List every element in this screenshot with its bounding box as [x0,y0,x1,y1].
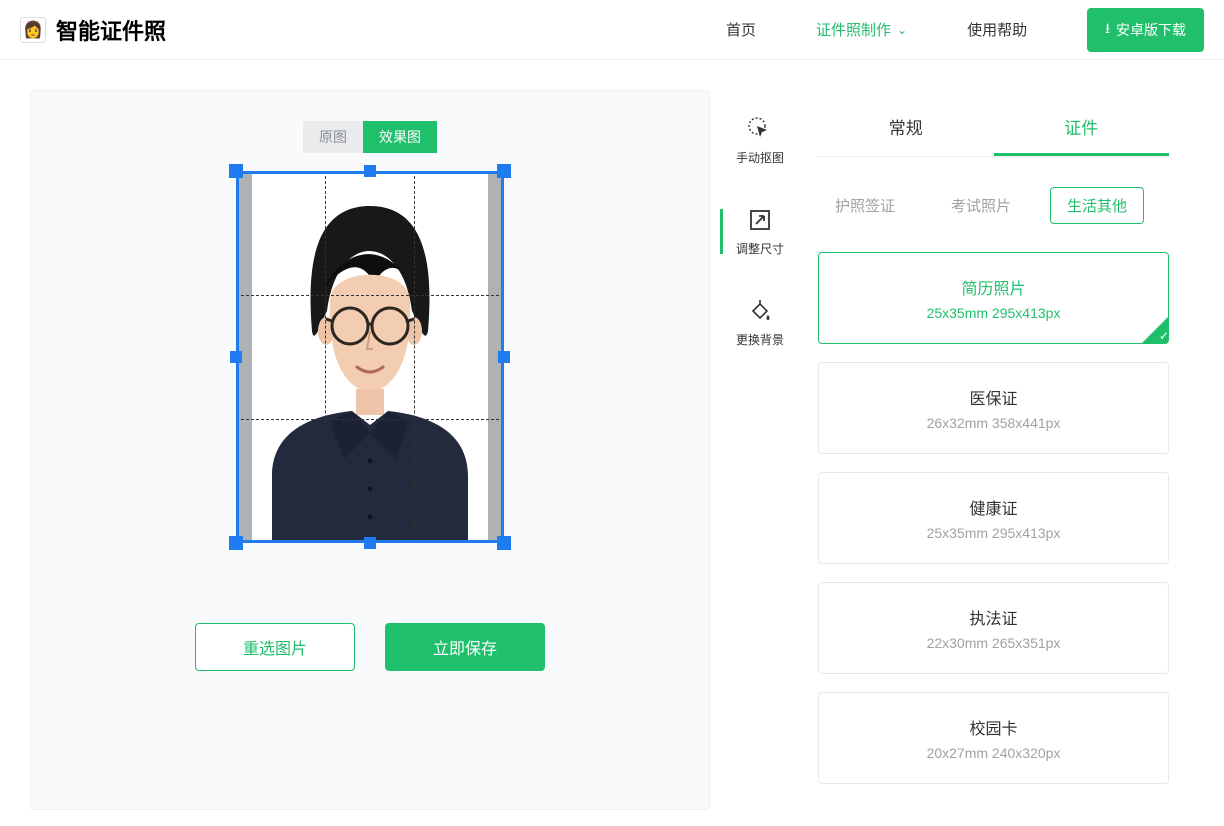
size-name: 执法证 [829,605,1158,629]
handle-t[interactable] [364,165,376,177]
tool-resize[interactable]: 调整尺寸 [720,201,800,262]
toggle-original-button[interactable]: 原图 [303,121,363,153]
tool-rail: 手动抠图 调整尺寸 更换背景 [720,90,800,810]
grid-vline-2 [414,171,415,543]
size-dim: 25x35mm 295x413px [829,305,1158,321]
person-photo-icon [252,171,488,543]
photo-preview [252,171,488,543]
nav-help[interactable]: 使用帮助 [967,19,1027,40]
sizes-panel: 常规 证件 护照签证 考试照片 生活其他 简历照片 25x35mm 295x41… [800,90,1204,810]
handle-tr[interactable] [497,164,511,178]
grid-vline-1 [325,171,326,543]
preview-toggle: 原图 效果图 [303,121,437,153]
cursor-dashed-icon [746,115,774,143]
subtab-passport[interactable]: 护照签证 [818,187,912,224]
editor-panel: 原图 效果图 [30,90,710,810]
size-name: 健康证 [829,495,1158,519]
category-tabs: 常规 证件 [818,100,1169,157]
tab-normal[interactable]: 常规 [818,100,994,156]
nav-make-photo[interactable]: 证件照制作 ⌄ [816,19,907,40]
reselect-image-button[interactable]: 重选图片 [195,623,355,671]
tool-resize-label: 调整尺寸 [736,240,784,257]
tool-manual-cut-label: 手动抠图 [736,149,784,166]
size-card-resume[interactable]: 简历照片 25x35mm 295x413px [818,252,1169,344]
tool-change-bg-label: 更换背景 [736,331,784,348]
right-column: 手动抠图 调整尺寸 更换背景 常规 证件 护照签证 [710,90,1204,810]
download-label: 安卓版下载 [1116,20,1186,40]
save-button[interactable]: 立即保存 [385,623,545,671]
size-list: 简历照片 25x35mm 295x413px 医保证 26x32mm 358x4… [818,252,1169,784]
tool-manual-cut[interactable]: 手动抠图 [720,110,800,171]
logo-avatar-icon: 👩 [20,17,46,43]
size-card-law[interactable]: 执法证 22x30mm 265x351px [818,582,1169,674]
size-card-campus[interactable]: 校园卡 20x27mm 240x320px [818,692,1169,784]
paint-bucket-icon [746,297,774,325]
size-card-medical[interactable]: 医保证 26x32mm 358x441px [818,362,1169,454]
size-dim: 26x32mm 358x441px [829,415,1158,431]
handle-bl[interactable] [229,536,243,550]
main-nav: 首页 证件照制作 ⌄ 使用帮助 ⭳ 安卓版下载 [726,8,1204,52]
download-icon: ⭳ [1105,18,1110,42]
chevron-down-icon: ⌄ [897,23,907,37]
tool-change-bg[interactable]: 更换背景 [720,292,800,353]
toggle-preview-button[interactable]: 效果图 [363,121,437,153]
header: 👩 智能证件照 首页 证件照制作 ⌄ 使用帮助 ⭳ 安卓版下载 [0,0,1224,60]
nav-home[interactable]: 首页 [726,19,756,40]
resize-icon [746,206,774,234]
size-dim: 22x30mm 265x351px [829,635,1158,651]
subtab-life[interactable]: 生活其他 [1050,187,1144,224]
handle-br[interactable] [497,536,511,550]
check-icon [1142,317,1168,343]
size-name: 校园卡 [829,715,1158,739]
handle-b[interactable] [364,537,376,549]
sub-tabs: 护照签证 考试照片 生活其他 [818,187,1169,224]
grid-hline-1 [236,295,504,296]
logo[interactable]: 👩 智能证件照 [20,14,166,46]
nav-make-label: 证件照制作 [816,19,891,40]
app-title: 智能证件照 [56,14,166,46]
crop-frame[interactable] [236,171,504,543]
handle-l[interactable] [230,351,242,363]
size-name: 简历照片 [829,275,1158,299]
size-name: 医保证 [829,385,1158,409]
download-android-button[interactable]: ⭳ 安卓版下载 [1087,8,1204,52]
main-content: 原图 效果图 [0,60,1224,810]
handle-r[interactable] [498,351,510,363]
size-dim: 25x35mm 295x413px [829,525,1158,541]
grid-hline-2 [236,419,504,420]
size-card-health[interactable]: 健康证 25x35mm 295x413px [818,472,1169,564]
tab-certificate[interactable]: 证件 [994,100,1170,156]
handle-tl[interactable] [229,164,243,178]
subtab-exam[interactable]: 考试照片 [934,187,1028,224]
editor-actions: 重选图片 立即保存 [195,623,545,671]
size-dim: 20x27mm 240x320px [829,745,1158,761]
